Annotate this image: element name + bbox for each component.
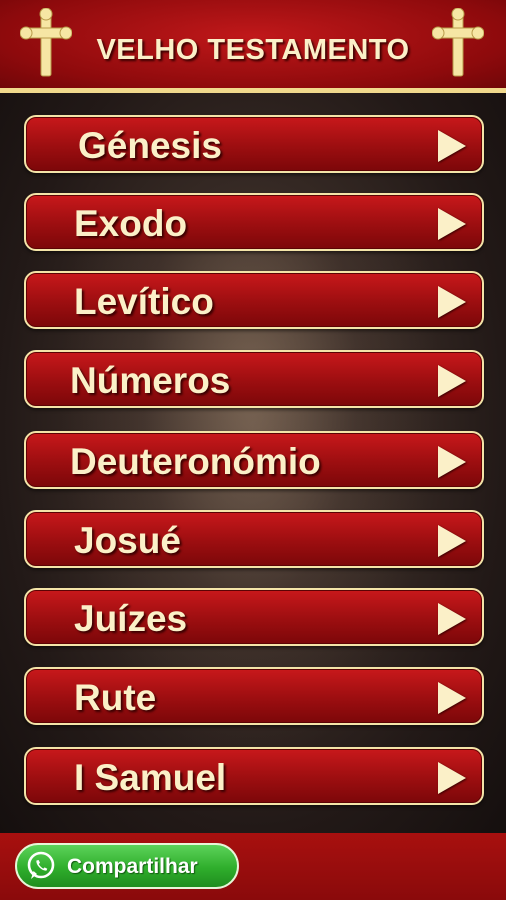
play-arrow-icon: [438, 286, 466, 318]
book-label: Josué: [74, 520, 181, 561]
share-label: Compartilhar: [67, 855, 198, 878]
book-label: Números: [70, 360, 231, 401]
play-arrow-icon: [438, 365, 466, 397]
book-button-exodo[interactable]: Exodo: [24, 193, 484, 251]
whatsapp-icon: [27, 851, 55, 879]
book-label: Rute: [74, 677, 157, 718]
footer-bar: Compartilhar: [0, 833, 506, 900]
play-arrow-icon: [438, 525, 466, 557]
play-arrow-icon: [438, 682, 466, 714]
book-label: Exodo: [74, 203, 188, 244]
app-header: VELHO TESTAMENTO: [0, 0, 506, 90]
book-button-i-samuel[interactable]: I Samuel: [24, 747, 484, 805]
page-title: VELHO TESTAMENTO: [96, 34, 410, 66]
play-arrow-icon: [438, 208, 466, 240]
share-button[interactable]: Compartilhar: [15, 843, 239, 889]
play-arrow-icon: [438, 446, 466, 478]
book-label: Levítico: [74, 281, 214, 322]
play-arrow-icon: [438, 130, 466, 162]
book-button-genesis[interactable]: Génesis: [24, 115, 484, 173]
cross-icon: [20, 8, 72, 77]
book-button-levitico[interactable]: Levítico: [24, 271, 484, 329]
book-button-juizes[interactable]: Juízes: [24, 588, 484, 646]
book-button-josue[interactable]: Josué: [24, 510, 484, 568]
play-arrow-icon: [438, 762, 466, 794]
book-button-deuteronomio[interactable]: Deuteronómio: [24, 431, 484, 489]
book-label: Juízes: [74, 598, 188, 639]
book-label: Deuteronómio: [70, 441, 321, 482]
book-button-numeros[interactable]: Números: [24, 350, 484, 408]
play-arrow-icon: [438, 603, 466, 635]
book-label: Génesis: [78, 125, 222, 166]
book-label: I Samuel: [74, 757, 227, 798]
book-button-rute[interactable]: Rute: [24, 667, 484, 725]
cross-icon: [432, 8, 484, 77]
